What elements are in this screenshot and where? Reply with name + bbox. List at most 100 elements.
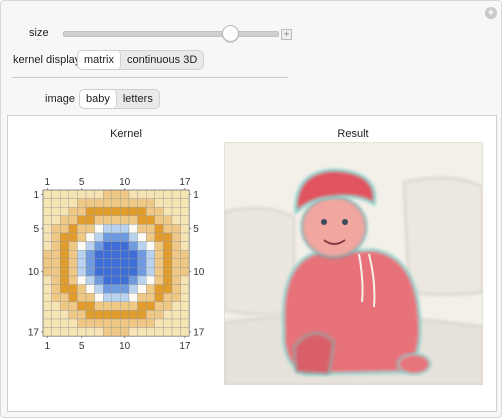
kernel-cell [42, 292, 52, 302]
kernel-cell [137, 327, 147, 337]
kernel-cell [77, 267, 87, 277]
kernel-cell [51, 224, 61, 234]
kernel-cell [145, 292, 155, 302]
kernel-cell [85, 284, 95, 294]
kernel-cell [171, 301, 181, 311]
kernel-cell [154, 310, 164, 320]
plus-box-icon[interactable]: + [281, 29, 292, 40]
kernel-cell [137, 249, 147, 259]
kernel-cell [77, 284, 87, 294]
kernel-cell [60, 241, 70, 251]
kernel-cell [68, 215, 78, 225]
kernel-cell [171, 249, 181, 259]
kernel-cell [102, 267, 112, 277]
kernel-cell [102, 318, 112, 328]
image-letters-button[interactable]: letters [117, 90, 159, 108]
kernel-tick-right: 10 [193, 267, 205, 278]
manipulate-panel: + size + kernel display matrix continuou… [0, 0, 502, 418]
kernel-cell [85, 292, 95, 302]
kernel-cell [85, 275, 95, 285]
kernel-cell [85, 318, 95, 328]
kernel-cell [128, 275, 138, 285]
kernel-cell [77, 258, 87, 268]
kernel-cell [85, 198, 95, 208]
kernel-cell [60, 215, 70, 225]
kernel-cell [60, 258, 70, 268]
kernel-tick-bottom: 17 [179, 341, 191, 352]
kernel-cell [51, 301, 61, 311]
kernel-cell [68, 249, 78, 259]
kernel-cell [145, 232, 155, 242]
kernel-cell [77, 318, 87, 328]
kernel-cell [154, 292, 164, 302]
kernel-cell [171, 232, 181, 242]
kernel-cell [154, 224, 164, 234]
kernel-cell [77, 310, 87, 320]
kernel-cell [145, 189, 155, 199]
kernel-cell [163, 207, 173, 217]
kernel-cell [154, 258, 164, 268]
kernel-cell [85, 249, 95, 259]
size-slider-thumb[interactable] [221, 25, 239, 42]
kernel-cell [102, 284, 112, 294]
plus-circle-icon[interactable]: + [485, 7, 497, 19]
kernel-cell [77, 232, 87, 242]
kernel-tick-left: 1 [33, 190, 39, 201]
kernel-tick-top: 5 [79, 177, 85, 188]
kernel-cell [145, 310, 155, 320]
kernel-cell [60, 189, 70, 199]
kernel-cell [42, 207, 52, 217]
kernel-cell [42, 198, 52, 208]
kernel-cell [163, 292, 173, 302]
kernel-display-toggle: matrix continuous 3D [77, 50, 205, 70]
kernel-cell [137, 258, 147, 268]
kernel-cell [102, 275, 112, 285]
kernel-cell [154, 232, 164, 242]
kernel-cell [77, 327, 87, 337]
kernel-cell [120, 258, 130, 268]
kernel-cell [137, 232, 147, 242]
kernel-cell [145, 215, 155, 225]
kernel-cell [94, 275, 104, 285]
kernel-display-matrix-button[interactable]: matrix [78, 51, 121, 69]
kernel-cell [180, 207, 190, 217]
kernel-cell [154, 267, 164, 277]
kernel-cell [94, 327, 104, 337]
kernel-cell [102, 241, 112, 251]
kernel-cell [128, 267, 138, 277]
kernel-tick-right: 17 [193, 327, 205, 338]
kernel-cell [128, 241, 138, 251]
kernel-cell [163, 189, 173, 199]
kernel-cell [145, 198, 155, 208]
image-baby-button[interactable]: baby [80, 90, 117, 108]
kernel-cell [128, 224, 138, 234]
kernel-cell [111, 310, 121, 320]
kernel-cell [171, 258, 181, 268]
kernel-cell [111, 189, 121, 199]
kernel-cell [120, 198, 130, 208]
kernel-cell [77, 189, 87, 199]
kernel-cell [145, 224, 155, 234]
kernel-cell [42, 275, 52, 285]
kernel-cell [111, 292, 121, 302]
kernel-cell [94, 249, 104, 259]
kernel-cell [171, 207, 181, 217]
kernel-cell [137, 301, 147, 311]
kernel-display-3d-button[interactable]: continuous 3D [121, 51, 203, 69]
kernel-cell [137, 267, 147, 277]
kernel-cell [77, 215, 87, 225]
kernel-cell [163, 224, 173, 234]
kernel-cell [111, 267, 121, 277]
kernel-cell [163, 241, 173, 251]
kernel-cell [68, 267, 78, 277]
size-slider[interactable] [63, 31, 279, 37]
kernel-cell [163, 284, 173, 294]
kernel-cell [145, 318, 155, 328]
kernel-cell [94, 284, 104, 294]
kernel-cell [102, 189, 112, 199]
kernel-cell [51, 258, 61, 268]
kernel-cell [111, 275, 121, 285]
kernel-cell [85, 241, 95, 251]
kernel-cell [42, 189, 52, 199]
kernel-cell [111, 241, 121, 251]
